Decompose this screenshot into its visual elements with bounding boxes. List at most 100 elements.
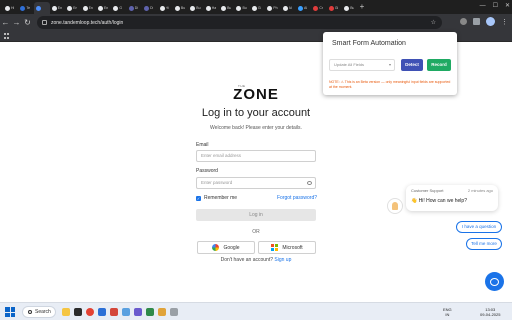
- minimize-button[interactable]: —: [480, 1, 486, 11]
- windows-taskbar: Search ENG IN 13:03 09-04-2025: [0, 302, 512, 320]
- browser-menu-icon[interactable]: ⋮: [501, 18, 508, 26]
- remember-label: Remember me: [204, 195, 238, 201]
- new-tab-button[interactable]: +: [360, 2, 365, 12]
- vscode-icon[interactable]: [98, 308, 106, 316]
- app-icon-orange[interactable]: [158, 308, 166, 316]
- google-login-button[interactable]: Google: [197, 241, 255, 254]
- tab-label: Gi: [257, 6, 262, 10]
- page-title: Log in to your account: [201, 107, 311, 119]
- tab-favicon-icon: [190, 5, 196, 11]
- browser-tab[interactable]: Di: [127, 2, 142, 14]
- chevron-down-icon: ▾: [388, 62, 391, 67]
- forward-button[interactable]: →: [11, 14, 22, 31]
- remember-checkbox[interactable]: ✓: [196, 195, 201, 201]
- tab-favicon-icon: [267, 5, 273, 11]
- tab-favicon-icon: [97, 5, 103, 11]
- no-account-text: Don't have an account?: [220, 257, 274, 263]
- back-button[interactable]: ←: [0, 14, 11, 31]
- app-icon-blue[interactable]: [122, 308, 130, 316]
- profile-avatar[interactable]: [486, 17, 495, 26]
- chat-message: 👋 Hi! How can we help?: [411, 198, 467, 204]
- close-window-button[interactable]: ✕: [505, 1, 510, 11]
- address-bar[interactable]: zone.tandemloop.tech/auth/login ☆: [37, 16, 442, 29]
- tab-favicon-icon: [251, 5, 257, 11]
- chat-bubble[interactable]: Customer Support 2 minutes ago 👋 Hi! How…: [406, 185, 498, 211]
- tab-label: En: [57, 6, 63, 10]
- chat-launcher-button[interactable]: [485, 272, 504, 291]
- browser-tab[interactable]: Ph: [265, 2, 280, 14]
- browser-tab[interactable]: Gi: [327, 2, 342, 14]
- terminal-icon[interactable]: [74, 308, 82, 316]
- detect-button[interactable]: Detect: [401, 59, 423, 71]
- browser-tab[interactable]: [33, 2, 50, 14]
- browser-tab[interactable]: En: [96, 2, 111, 14]
- app-icon-purple[interactable]: [134, 308, 142, 316]
- login-button[interactable]: Log in: [196, 209, 316, 221]
- tab-favicon-icon: [144, 5, 150, 11]
- browser-tab[interactable]: Ha: [204, 2, 219, 14]
- maximize-button[interactable]: ☐: [493, 1, 498, 11]
- file-explorer-icon[interactable]: [62, 308, 70, 316]
- or-divider: OR: [252, 229, 260, 235]
- app-icon-green[interactable]: [146, 308, 154, 316]
- field-mode-select[interactable]: Update All Fields ▾: [329, 59, 395, 71]
- tab-favicon-icon: [174, 5, 180, 11]
- browser-tab[interactable]: AI: [281, 2, 296, 14]
- browser-tab[interactable]: Hi: [3, 2, 18, 14]
- app-icon-red[interactable]: [110, 308, 118, 316]
- forgot-password-link[interactable]: Forgot password?: [277, 195, 317, 201]
- browser-tab[interactable]: En: [81, 2, 96, 14]
- browser-tab[interactable]: Te: [18, 2, 33, 14]
- tray-language[interactable]: ENG IN: [443, 307, 452, 317]
- extensions-puzzle-icon[interactable]: [473, 18, 480, 25]
- browser-tab[interactable]: En: [50, 2, 65, 14]
- tab-label: En: [73, 6, 78, 10]
- browser-tab[interactable]: Cr: [311, 2, 326, 14]
- quick-reply-tell-more[interactable]: Tell me more: [466, 238, 502, 250]
- tab-favicon-icon: [221, 5, 227, 11]
- browser-tab[interactable]: Bu: [234, 2, 249, 14]
- tab-favicon-icon: [67, 5, 73, 11]
- taskbar-search[interactable]: Search: [22, 306, 56, 318]
- tab-label: Bu: [242, 6, 247, 10]
- tab-label: En: [88, 6, 93, 10]
- browser-tab[interactable]: Bu: [342, 2, 357, 14]
- browser-tab[interactable]: Bu: [173, 2, 188, 14]
- show-password-icon[interactable]: [307, 181, 312, 185]
- tab-label: AI: [288, 6, 292, 10]
- site-info-icon[interactable]: [42, 20, 47, 25]
- email-field[interactable]: Enter email address: [196, 150, 316, 162]
- apps-grid-icon[interactable]: [4, 33, 10, 39]
- browser-tab[interactable]: AI: [296, 2, 311, 14]
- chat-timestamp: 2 minutes ago: [467, 188, 493, 193]
- chrome-icon[interactable]: [86, 308, 94, 316]
- tab-favicon-icon: [328, 5, 334, 11]
- app-icon-gray[interactable]: [170, 308, 178, 316]
- tab-favicon-icon: [344, 5, 350, 11]
- quick-reply-question[interactable]: I have a question: [456, 221, 502, 233]
- tab-label: AI: [304, 6, 308, 10]
- browser-tab[interactable]: G: [111, 2, 126, 14]
- tab-favicon-icon: [298, 5, 304, 11]
- clock-date: 09-04-2025: [480, 312, 501, 317]
- reload-button[interactable]: ↻: [22, 14, 33, 31]
- browser-tab[interactable]: Gi: [250, 2, 265, 14]
- microsoft-login-button[interactable]: Microsoft: [258, 241, 316, 254]
- browser-tab[interactable]: Hi: [158, 2, 173, 14]
- remember-me[interactable]: ✓ Remember me: [196, 195, 237, 201]
- signup-link[interactable]: Sign up: [274, 257, 291, 263]
- tab-favicon-icon: [205, 5, 211, 11]
- google-icon: [212, 244, 220, 251]
- browser-tab[interactable]: Bu: [188, 2, 203, 14]
- tab-label: Ha: [211, 6, 217, 10]
- browser-tab[interactable]: Bu: [219, 2, 234, 14]
- tray-clock[interactable]: 13:03 09-04-2025: [480, 307, 500, 317]
- tab-label: Hi: [11, 6, 15, 10]
- bookmark-star-icon[interactable]: ☆: [431, 19, 436, 26]
- record-button[interactable]: Record: [427, 59, 451, 71]
- start-button[interactable]: [5, 307, 15, 317]
- browser-tab[interactable]: En: [65, 2, 80, 14]
- extension-icon[interactable]: [460, 18, 467, 25]
- password-field[interactable]: Enter password: [196, 177, 316, 189]
- browser-tab[interactable]: Di: [142, 2, 157, 14]
